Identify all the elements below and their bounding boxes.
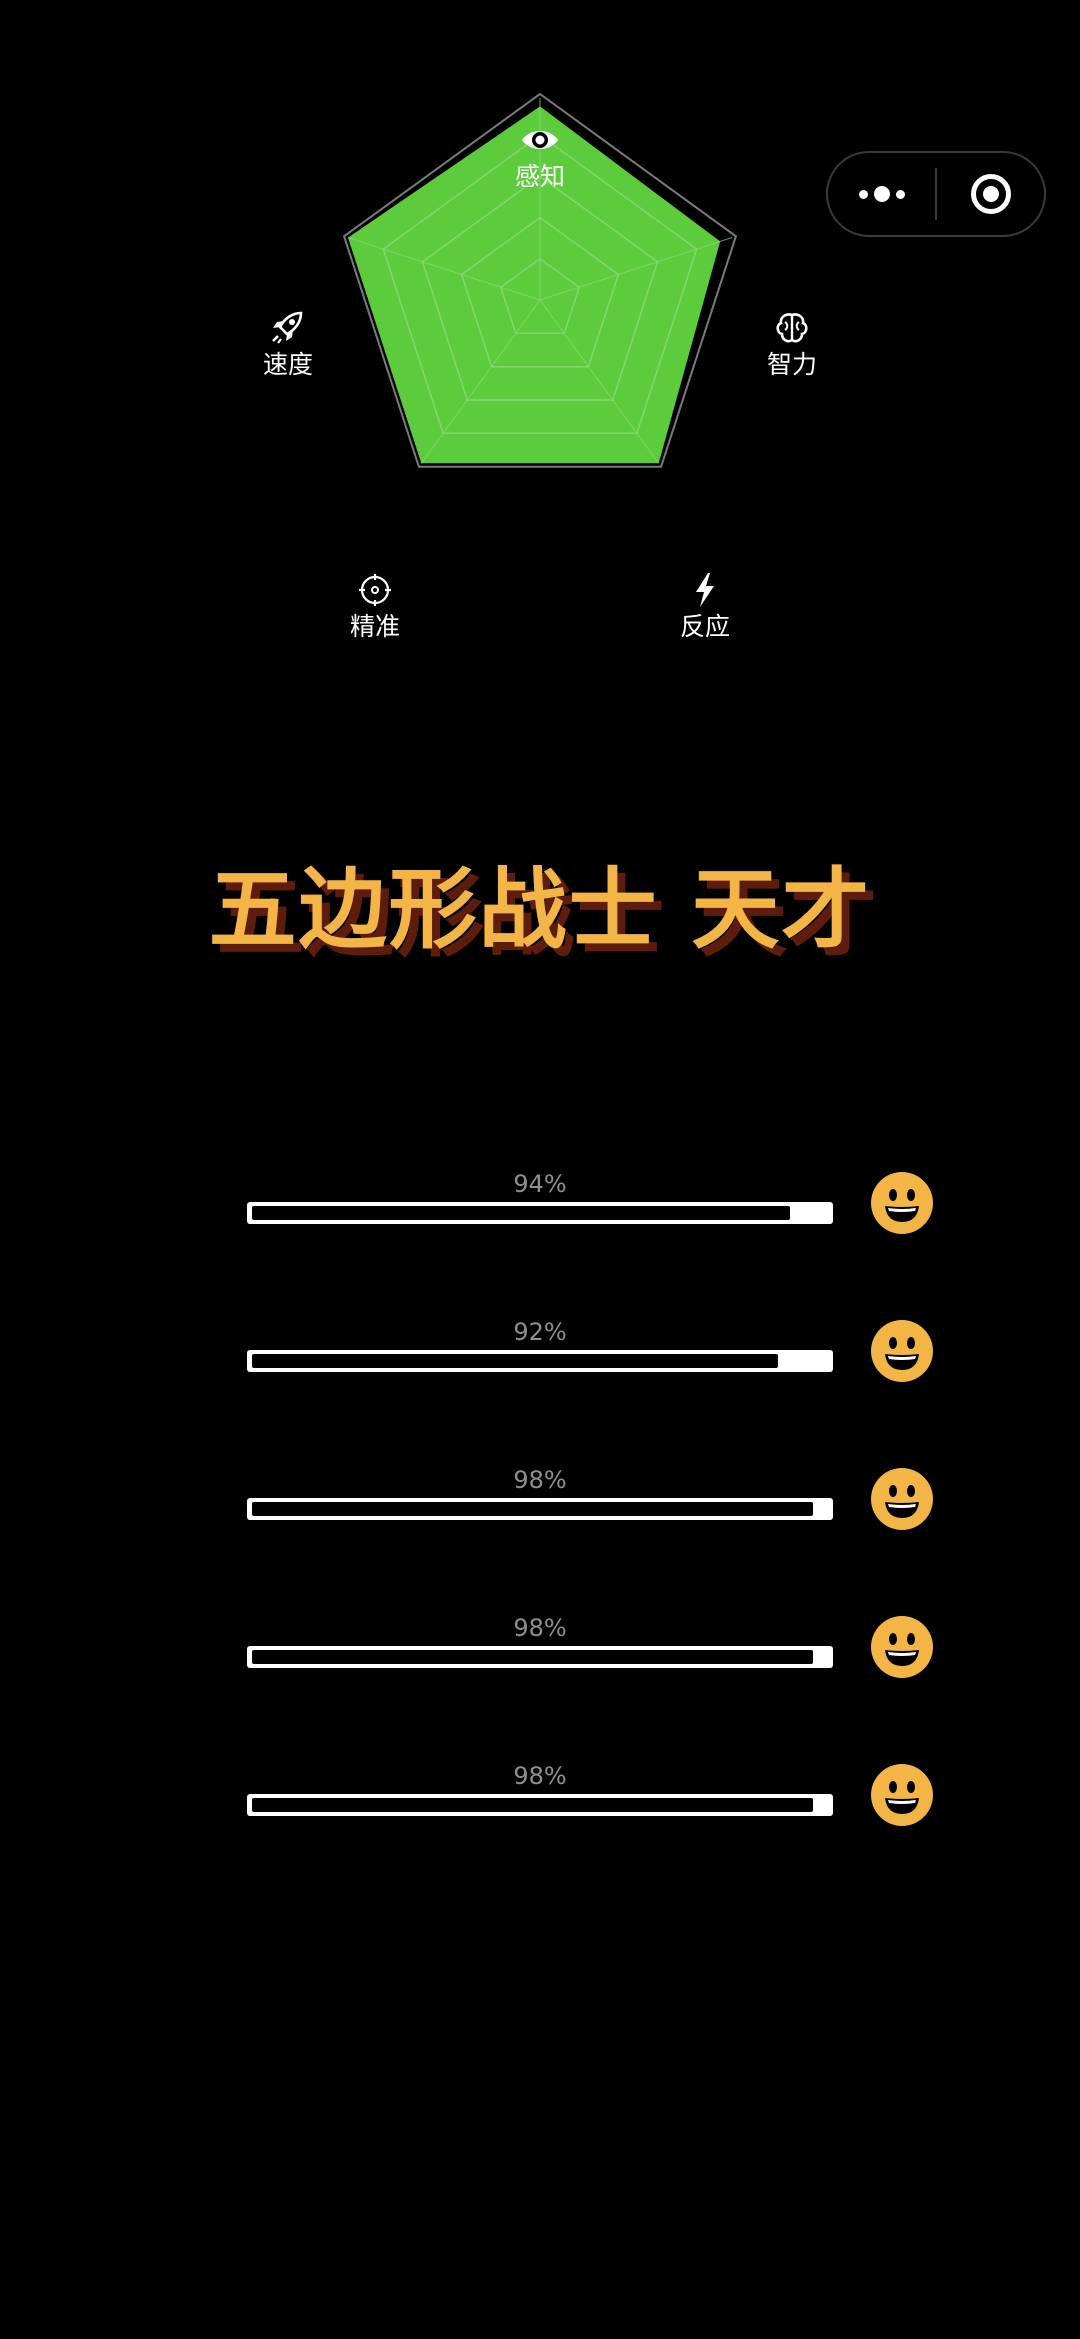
progress-fill xyxy=(252,1650,813,1664)
axis-label-text: 感知 xyxy=(514,162,565,191)
stat-progress-bar xyxy=(247,1350,833,1372)
smiley-icon xyxy=(871,1320,933,1382)
axis-label-text: 反应 xyxy=(679,612,730,641)
stats-list: 94% 92% 98% 98% 98% xyxy=(0,1160,1080,1900)
stat-percent: 98% xyxy=(513,1762,567,1790)
stat-progress-bar xyxy=(247,1498,833,1520)
stat-percent: 98% xyxy=(513,1466,567,1494)
axis-label-intelligence: 智力 xyxy=(722,310,862,380)
smiley-icon xyxy=(871,1468,933,1530)
radar-svg xyxy=(342,92,738,468)
axis-label-text: 精准 xyxy=(349,612,400,641)
rocket-icon xyxy=(272,311,303,344)
stat-progress-bar xyxy=(247,1202,833,1224)
stat-percent: 98% xyxy=(513,1614,567,1642)
stat-row: 98% xyxy=(0,1456,1080,1604)
smiley-icon xyxy=(871,1172,933,1234)
progress-fill xyxy=(252,1206,790,1220)
stat-row: 98% xyxy=(0,1604,1080,1752)
stat-percent: 94% xyxy=(513,1170,567,1198)
axis-label-perception: 感知 xyxy=(470,122,610,192)
stat-row: 94% xyxy=(0,1160,1080,1308)
result-title: 五边形战士 天才 xyxy=(208,858,872,961)
axis-label-speed: 速度 xyxy=(218,310,358,380)
progress-fill xyxy=(252,1354,778,1368)
axis-label-precision: 精准 xyxy=(305,572,445,642)
stat-progress-bar xyxy=(247,1794,833,1816)
smiley-icon xyxy=(871,1764,933,1826)
axis-label-text: 智力 xyxy=(766,350,817,379)
stat-progress-bar xyxy=(247,1646,833,1668)
lightning-icon xyxy=(696,573,714,607)
progress-fill xyxy=(252,1798,813,1812)
radar-chart: 感知 智力 反应 精准 速度 xyxy=(0,0,1080,700)
eye-icon xyxy=(522,131,558,149)
stat-percent: 92% xyxy=(513,1318,567,1346)
progress-fill xyxy=(252,1502,813,1516)
brain-icon xyxy=(776,313,808,343)
axis-label-reaction: 反应 xyxy=(635,572,775,642)
stat-row: 98% xyxy=(0,1752,1080,1900)
crosshair-icon xyxy=(359,574,391,606)
stat-row: 92% xyxy=(0,1308,1080,1456)
axis-label-text: 速度 xyxy=(262,350,313,379)
smiley-icon xyxy=(871,1616,933,1678)
